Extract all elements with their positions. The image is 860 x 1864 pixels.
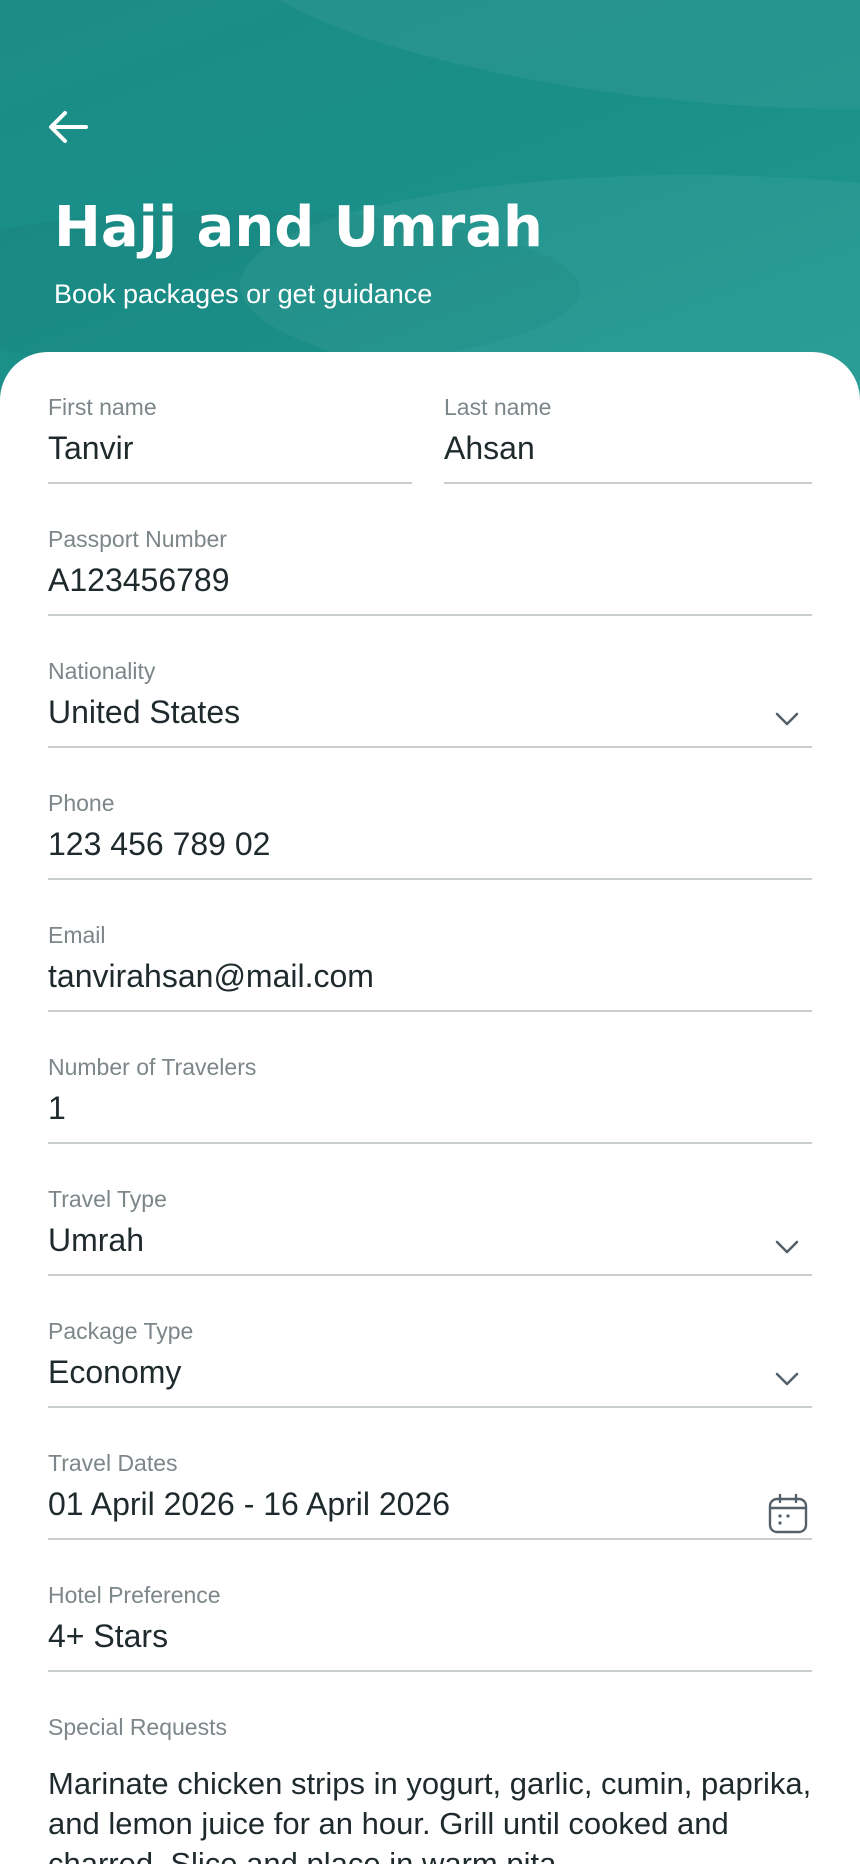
email-field[interactable]: Email tanvirahsan@mail.com <box>48 880 812 1012</box>
nationality-value[interactable]: United States <box>48 694 240 731</box>
first-name-label: First name <box>48 394 157 420</box>
passport-label: Passport Number <box>48 526 227 552</box>
travel-type-select[interactable]: Travel Type Umrah <box>48 1144 812 1276</box>
travel-dates-value[interactable]: 01 April 2026 - 16 April 2026 <box>48 1486 450 1523</box>
chevron-down-icon[interactable] <box>772 1364 802 1394</box>
hotel-preference-field[interactable]: Hotel Preference 4+ Stars <box>48 1540 812 1672</box>
travel-dates-label: Travel Dates <box>48 1450 178 1476</box>
phone-input[interactable]: 123 456 789 02 <box>48 826 270 863</box>
package-type-value[interactable]: Economy <box>48 1354 181 1391</box>
arrow-left-icon <box>49 111 88 143</box>
hotel-preference-label: Hotel Preference <box>48 1582 221 1608</box>
travel-dates-field[interactable]: Travel Dates 01 April 2026 - 16 April 20… <box>48 1408 812 1540</box>
first-name-field[interactable]: First name Tanvir <box>48 352 412 484</box>
email-input[interactable]: tanvirahsan@mail.com <box>48 958 374 995</box>
header: Hajj and Umrah Book packages or get guid… <box>0 0 860 400</box>
last-name-label: Last name <box>444 394 552 420</box>
back-button[interactable] <box>46 102 106 152</box>
travelers-input[interactable]: 1 <box>48 1090 66 1127</box>
chevron-down-icon[interactable] <box>772 1232 802 1262</box>
package-type-label: Package Type <box>48 1318 194 1344</box>
email-label: Email <box>48 922 106 948</box>
last-name-field[interactable]: Last name Ahsan <box>444 352 812 484</box>
phone-field[interactable]: Phone 123 456 789 02 <box>48 748 812 880</box>
first-name-input[interactable]: Tanvir <box>48 430 133 467</box>
special-requests-textarea[interactable]: Marinate chicken strips in yogurt, garli… <box>48 1764 812 1864</box>
header-decoration <box>220 0 860 147</box>
chevron-down-icon[interactable] <box>772 704 802 734</box>
passport-field[interactable]: Passport Number A123456789 <box>48 484 812 616</box>
nationality-select[interactable]: Nationality United States <box>48 616 812 748</box>
phone-label: Phone <box>48 790 115 816</box>
special-requests-label: Special Requests <box>48 1714 227 1740</box>
travelers-label: Number of Travelers <box>48 1054 257 1080</box>
page-title: Hajj and Umrah <box>54 195 543 260</box>
last-name-input[interactable]: Ahsan <box>444 430 535 467</box>
hotel-preference-input[interactable]: 4+ Stars <box>48 1618 168 1655</box>
field-underline <box>48 1670 812 1672</box>
travelers-field[interactable]: Number of Travelers 1 <box>48 1012 812 1144</box>
travel-type-value[interactable]: Umrah <box>48 1222 144 1259</box>
package-type-select[interactable]: Package Type Economy <box>48 1276 812 1408</box>
passport-input[interactable]: A123456789 <box>48 562 230 599</box>
nationality-label: Nationality <box>48 658 156 684</box>
page-subtitle: Book packages or get guidance <box>54 279 433 309</box>
calendar-icon[interactable] <box>766 1492 810 1536</box>
travel-type-label: Travel Type <box>48 1186 167 1212</box>
